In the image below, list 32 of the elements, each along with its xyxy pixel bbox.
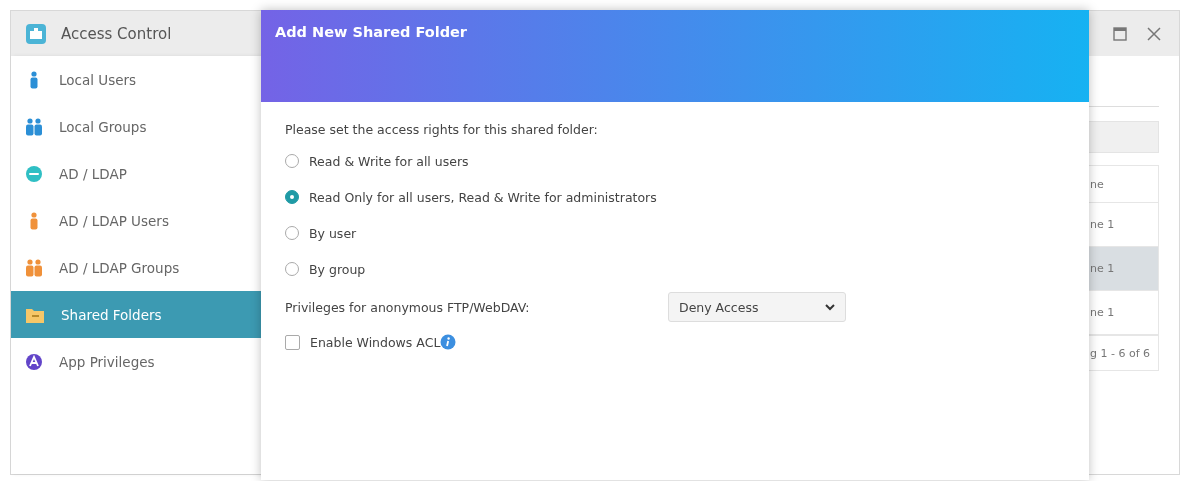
dialog-title: Add New Shared Folder — [275, 24, 469, 40]
radio-button[interactable] — [285, 190, 299, 204]
app-icon — [25, 352, 43, 371]
info-icon — [440, 334, 457, 350]
radio-label[interactable]: By user — [309, 225, 357, 241]
sidebar-item[interactable]: AD / LDAP Users — [11, 197, 261, 244]
table-cell[interactable]: ne 1 — [1087, 247, 1159, 291]
app-logo-icon — [25, 22, 47, 45]
dropdown[interactable]: Deny Access — [668, 292, 846, 322]
search-field[interactable] — [1087, 121, 1159, 153]
field-label: Privileges for anonymous FTP/WebDAV: — [285, 299, 531, 315]
maximize-icon[interactable] — [1113, 26, 1127, 41]
person-icon — [28, 211, 40, 230]
sidebar-item[interactable]: AD / LDAP Groups — [11, 244, 261, 291]
checkbox[interactable] — [285, 334, 300, 350]
sidebar-item[interactable]: Local Groups — [11, 103, 261, 150]
prompt-text: Please set the access rights for this shared folder: — [285, 122, 599, 137]
radio-label[interactable]: Read & Write for all users — [309, 153, 469, 169]
sidebar-item[interactable]: Shared Folders — [11, 291, 261, 338]
radio-label[interactable]: Read Only for all users, Read & Write for administrators — [309, 189, 657, 205]
ldap-icon — [25, 164, 43, 183]
sidebar-item[interactable]: AD / LDAP — [11, 150, 261, 197]
sidebar-item[interactable]: App Privileges — [11, 338, 261, 385]
people-icon — [25, 117, 43, 136]
people-icon — [25, 258, 43, 277]
sidebar-item[interactable]: Local Users — [11, 56, 261, 103]
person-icon — [28, 70, 40, 89]
close-icon[interactable] — [1147, 26, 1161, 41]
chevron-down-icon — [825, 303, 835, 311]
checkbox-label[interactable]: Enable Windows ACL — [310, 334, 441, 350]
radio-label[interactable]: By group — [309, 261, 366, 277]
window-title: Access Control — [61, 24, 172, 43]
